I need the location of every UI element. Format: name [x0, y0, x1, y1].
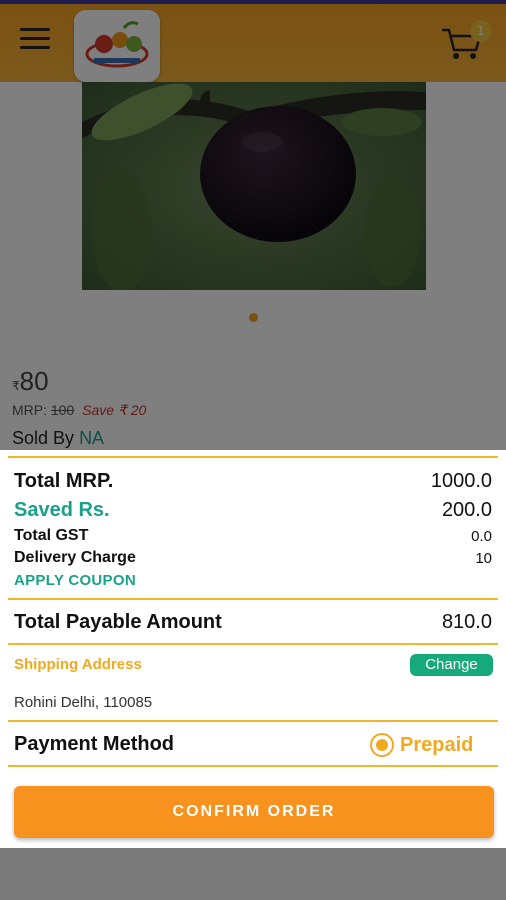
divider [8, 720, 498, 722]
divider [8, 643, 498, 645]
delivery-label: Delivery Charge [14, 549, 136, 566]
payable-label: Total Payable Amount [14, 611, 222, 633]
delivery-value: 10 [475, 550, 492, 567]
payment-option-prepaid[interactable]: Prepaid [370, 733, 473, 757]
change-address-button[interactable]: Change [410, 654, 493, 676]
apply-coupon-link[interactable]: APPLY COUPON [14, 572, 136, 589]
bottom-overlay-area [0, 848, 506, 900]
total-mrp-value: 1000.0 [430, 470, 492, 492]
payable-value: 810.0 [441, 611, 492, 633]
radio-selected-icon[interactable] [370, 733, 394, 757]
saved-label: Saved Rs. [14, 499, 110, 521]
order-summary-sheet: Total MRP. 1000.0 Saved Rs. 200.0 Total … [0, 450, 506, 848]
gst-label: Total GST [14, 527, 89, 544]
gst-value: 0.0 [471, 528, 492, 545]
divider [8, 765, 498, 767]
saved-value: 200.0 [441, 499, 492, 521]
shipping-address: Rohini Delhi, 110085 [14, 694, 153, 711]
divider [8, 456, 498, 458]
shipping-address-label: Shipping Address [14, 656, 142, 673]
payment-method-label: Payment Method [14, 733, 175, 755]
confirm-order-button[interactable]: CONFIRM ORDER [14, 786, 494, 838]
prepaid-label: Prepaid [400, 733, 474, 756]
divider [8, 598, 498, 600]
total-mrp-label: Total MRP. [14, 470, 114, 492]
